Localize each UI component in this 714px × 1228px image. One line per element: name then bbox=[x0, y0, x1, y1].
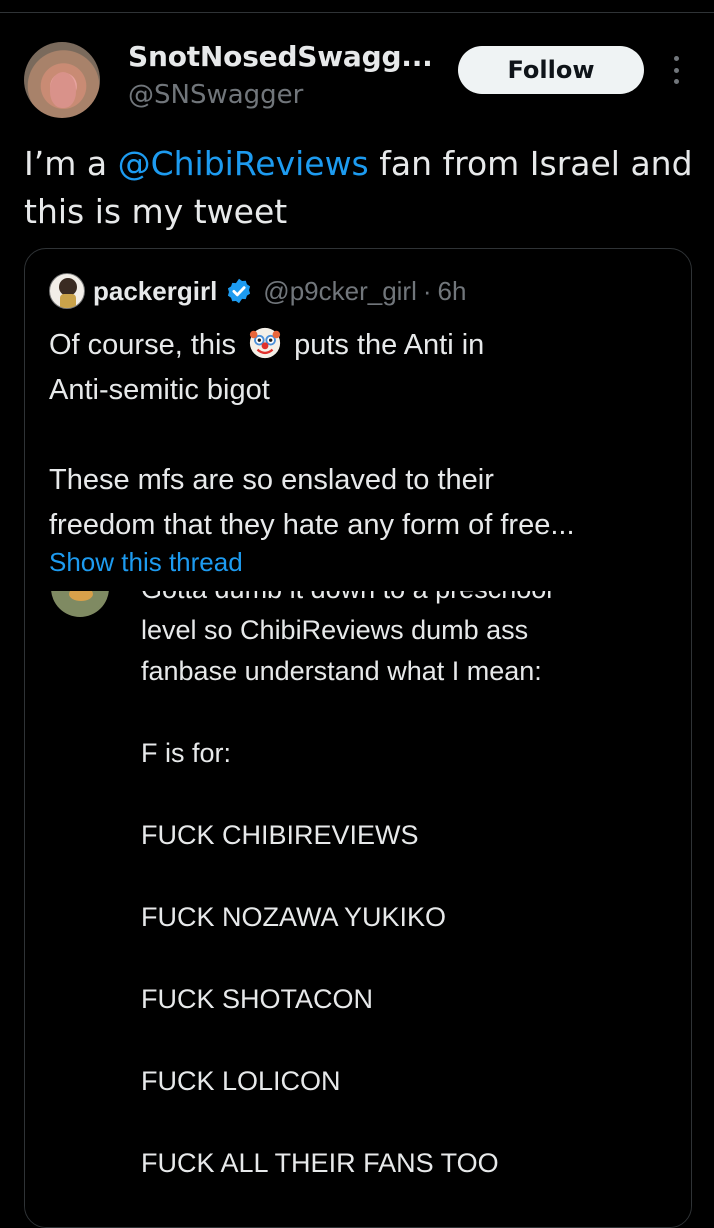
embedded-line bbox=[141, 1102, 681, 1143]
quote-body: Of course, this puts the Anti in Anti-se… bbox=[49, 323, 669, 548]
clown-emoji-icon bbox=[249, 327, 281, 359]
quote-author-handle[interactable]: @p9cker_girl bbox=[263, 276, 417, 307]
embedded-line: F is for: bbox=[141, 738, 232, 768]
author-avatar[interactable] bbox=[24, 42, 100, 118]
mention-link[interactable]: @ChibiReviews bbox=[118, 144, 369, 183]
show-thread-link[interactable]: Show this thread bbox=[49, 547, 243, 578]
tweet-text-start: I’m a bbox=[24, 144, 118, 183]
top-divider bbox=[0, 12, 714, 13]
quote-author-name[interactable]: packergirl bbox=[93, 276, 217, 307]
embedded-line bbox=[141, 692, 681, 733]
quote-avatar[interactable] bbox=[49, 273, 85, 309]
quote-line2: Anti-semitic bigot bbox=[49, 374, 270, 406]
embedded-line: FUCK SHOTACON bbox=[141, 984, 374, 1014]
tweet-text: I’m a @ChibiReviews fan from Israel and … bbox=[24, 140, 694, 236]
author-display-name[interactable]: SnotNosedSwagg... bbox=[128, 40, 433, 73]
embedded-line: Gotta dumb it down to a preschool bbox=[141, 591, 681, 610]
embedded-line: level so ChibiReviews dumb ass bbox=[141, 615, 529, 645]
embedded-line bbox=[141, 774, 681, 815]
verified-badge-icon bbox=[228, 278, 251, 304]
embedded-line bbox=[141, 856, 681, 897]
quote-line4: freedom that they hate any form of free.… bbox=[49, 509, 575, 541]
quoted-tweet-card[interactable]: packergirl @p9cker_girl · 6h Of course, … bbox=[24, 248, 692, 1228]
embedded-line: FUCK CHIBIREVIEWS bbox=[141, 820, 419, 850]
follow-button[interactable]: Follow bbox=[458, 46, 644, 94]
embedded-text: Gotta dumb it down to a preschool level … bbox=[141, 591, 681, 1184]
quote-separator: · bbox=[422, 275, 432, 306]
quote-line3: These mfs are so enslaved to their bbox=[49, 464, 494, 496]
quote-timestamp[interactable]: 6h bbox=[438, 276, 467, 307]
quote-line1-end: puts the Anti in bbox=[286, 329, 485, 361]
quote-header: packergirl @p9cker_girl · 6h bbox=[49, 271, 466, 311]
embedded-line: FUCK NOZAWA YUKIKO bbox=[141, 902, 447, 932]
embedded-line: fanbase understand what I mean: bbox=[141, 656, 542, 686]
embedded-line bbox=[141, 938, 681, 979]
quote-line1-start: Of course, this bbox=[49, 329, 245, 361]
embedded-line: FUCK LOLICON bbox=[141, 1066, 341, 1096]
embedded-line bbox=[141, 1020, 681, 1061]
embedded-line: FUCK ALL THEIR FANS TOO bbox=[141, 1148, 499, 1178]
embedded-avatar bbox=[51, 591, 109, 617]
more-options-icon[interactable] bbox=[666, 56, 686, 84]
author-handle[interactable]: @SNSwagger bbox=[128, 80, 303, 110]
embedded-screenshot-image[interactable]: Gotta dumb it down to a preschool level … bbox=[25, 591, 691, 1227]
